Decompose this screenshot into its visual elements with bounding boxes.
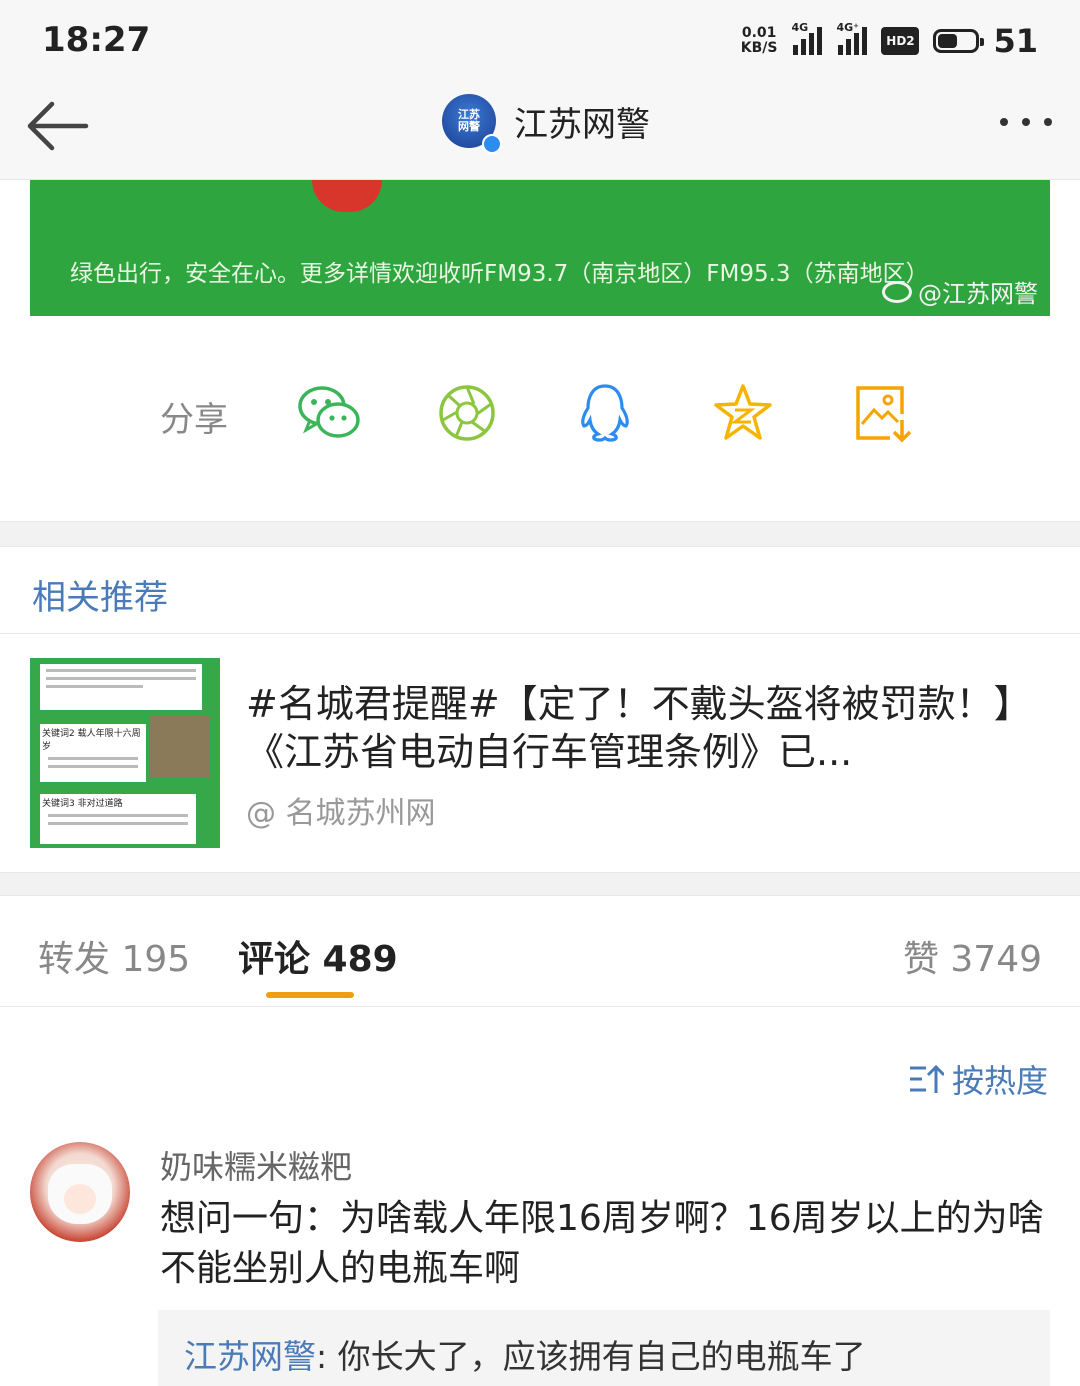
share-label: 分享 xyxy=(160,400,228,440)
network-speed-value: 0.01 xyxy=(741,25,777,41)
battery-fill xyxy=(938,34,957,48)
battery-percent: 51 xyxy=(993,22,1038,60)
thumb-label-1: 关键词2 载人年限十六周岁 xyxy=(42,729,141,752)
account-header[interactable]: 江苏 网警 江苏网警 xyxy=(442,94,650,154)
commenter-avatar[interactable] xyxy=(30,1142,130,1242)
status-bar: 18:27 0.01 KB/S 4G 4G⁺ HD2 51 xyxy=(0,0,1080,84)
divider xyxy=(0,633,1080,634)
status-icons: 0.01 KB/S 4G 4G⁺ HD2 51 xyxy=(741,21,1038,60)
section-divider xyxy=(0,521,1080,547)
hd-voice-icon: HD2 xyxy=(881,27,920,55)
banner-watermark-text: @江苏网警 xyxy=(918,280,1038,308)
status-time: 18:27 xyxy=(42,20,151,60)
signal-1-icon: 4G xyxy=(791,21,823,55)
avatar-logo-line2: 网警 xyxy=(458,120,480,133)
banner-red-shape xyxy=(312,180,382,212)
post-banner-image[interactable]: 绿色出行，安全在心。更多详情欢迎收听FM93.7（南京地区）FM95.3（苏南地… xyxy=(30,180,1050,316)
save-image-icon[interactable] xyxy=(850,382,916,444)
thumb-card xyxy=(38,662,204,712)
active-tab-indicator xyxy=(266,992,354,998)
more-options-icon[interactable] xyxy=(1000,118,1052,126)
verified-badge-icon xyxy=(482,134,502,154)
sort-label: 按热度 xyxy=(951,1062,1048,1100)
qq-icon[interactable] xyxy=(572,382,638,444)
thumb-label-2: 关键词3 非对过道路 xyxy=(42,799,123,809)
network-speed: 0.01 KB/S xyxy=(741,26,778,56)
reply-separator: : xyxy=(316,1337,338,1376)
qzone-icon[interactable] xyxy=(710,382,776,444)
related-item-source[interactable]: @ 名城苏州网 xyxy=(246,788,436,832)
signal-2-tag: 4G⁺ xyxy=(836,21,859,34)
related-item-thumbnail[interactable]: 关键词2 载人年限十六周岁 关键词3 非对过道路 xyxy=(30,658,220,848)
banner-watermark: @江苏网警 xyxy=(882,274,1038,309)
network-speed-unit: KB/S xyxy=(740,40,778,56)
related-item-title[interactable]: #名城君提醒#【定了！不戴头盔将被罚款！】《江苏省电动自行车管理条例》已... xyxy=(246,680,1026,776)
signal-1-tag: 4G xyxy=(791,21,809,34)
weibo-logo-icon xyxy=(882,280,912,303)
thumb-card: 关键词3 非对过道路 xyxy=(38,792,198,846)
commenter-name[interactable]: 奶味糯米糍粑 xyxy=(160,1142,352,1188)
section-divider xyxy=(0,872,1080,896)
account-avatar[interactable]: 江苏 网警 xyxy=(442,94,502,154)
nav-bar: 江苏 网警 江苏网警 xyxy=(0,84,1080,180)
related-header: 相关推荐 xyxy=(32,578,168,618)
sort-toggle[interactable]: 按热度 xyxy=(908,1056,1048,1102)
reply-box[interactable]: 江苏网警: 你长大了，应该拥有自己的电瓶车了 xyxy=(158,1310,1050,1386)
page-title: 江苏网警 xyxy=(514,104,650,145)
reply-author[interactable]: 江苏网警 xyxy=(184,1337,316,1376)
signal-2-icon: 4G⁺ xyxy=(836,21,868,55)
banner-caption: 绿色出行，安全在心。更多详情欢迎收听FM93.7（南京地区）FM95.3（苏南地… xyxy=(70,261,929,287)
battery-icon xyxy=(933,29,985,53)
sort-icon xyxy=(909,1064,944,1093)
tab-likes[interactable]: 赞 3749 xyxy=(903,930,1042,982)
tab-reposts[interactable]: 转发 195 xyxy=(38,930,190,982)
thumb-card: 关键词2 载人年限十六周岁 xyxy=(38,722,148,784)
tab-comments[interactable]: 评论 489 xyxy=(238,930,398,982)
moments-icon[interactable] xyxy=(434,382,500,444)
wechat-icon[interactable] xyxy=(296,382,362,444)
divider xyxy=(0,1006,1080,1007)
thumb-photo xyxy=(150,716,210,778)
reply-text: 你长大了，应该拥有自己的电瓶车了 xyxy=(337,1337,866,1376)
back-arrow-icon[interactable] xyxy=(22,98,92,154)
comment-text[interactable]: 想问一句：为啥载人年限16周岁啊？16周岁以上的为啥不能坐别人的电瓶车啊 xyxy=(160,1194,1050,1294)
